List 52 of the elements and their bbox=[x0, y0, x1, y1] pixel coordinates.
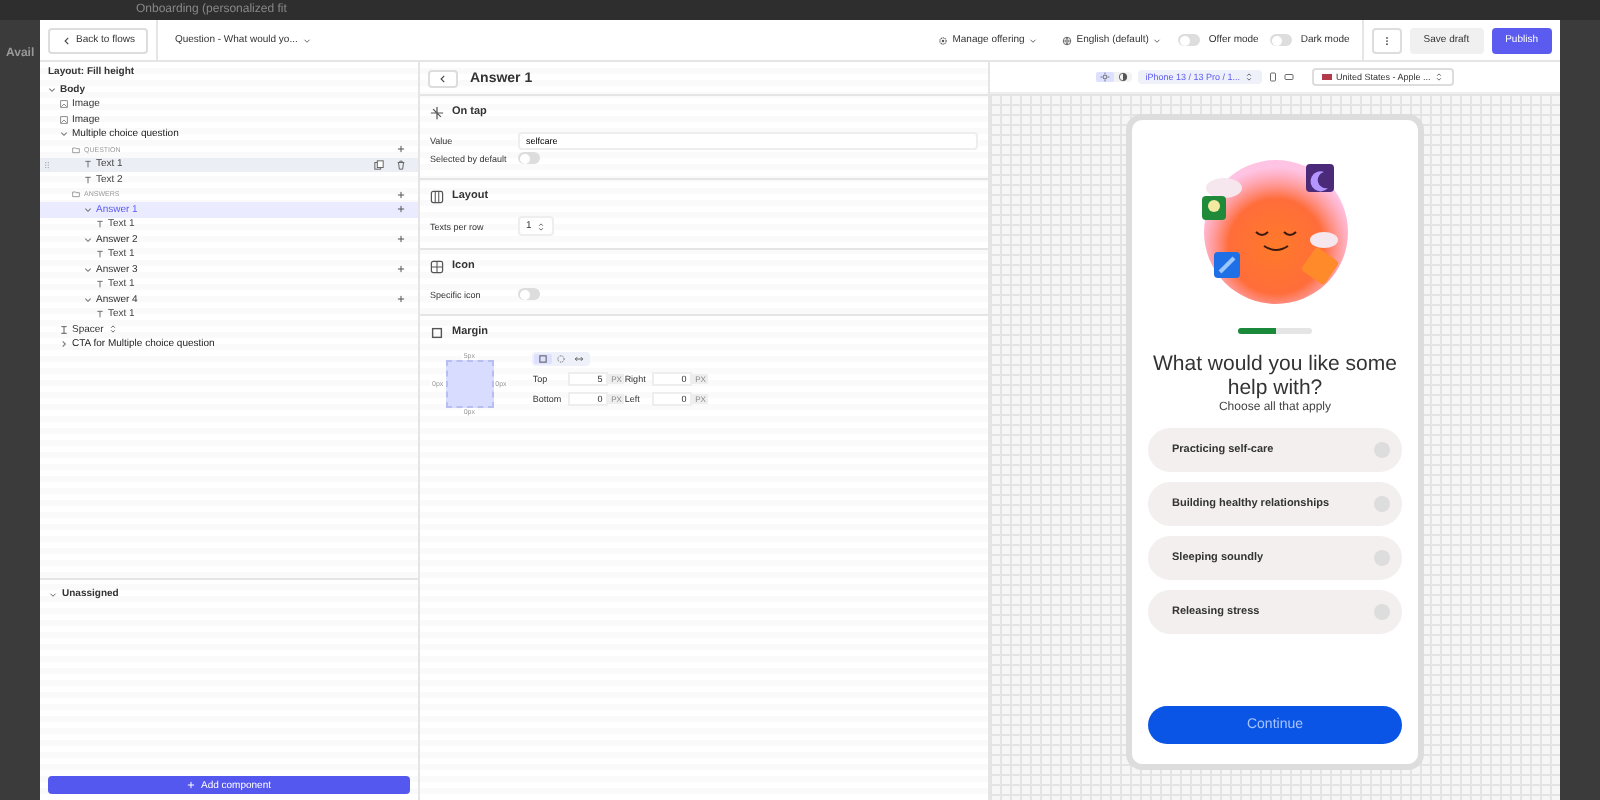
image-icon bbox=[60, 100, 68, 109]
default-toggle[interactable] bbox=[518, 152, 540, 164]
folder-icon bbox=[72, 145, 80, 154]
mode-toggle[interactable] bbox=[1178, 34, 1201, 46]
sun-icon[interactable] bbox=[1099, 72, 1110, 82]
margin-preview bbox=[445, 360, 494, 408]
gear-icon bbox=[938, 35, 949, 45]
text-icon bbox=[96, 310, 104, 319]
trash-icon[interactable] bbox=[396, 159, 406, 170]
add-icon[interactable] bbox=[396, 189, 406, 200]
resize-icon[interactable] bbox=[107, 324, 118, 335]
dashed-circle-icon[interactable] bbox=[556, 354, 567, 364]
chevron-down-icon bbox=[48, 589, 58, 599]
spacer-icon bbox=[60, 325, 68, 334]
add-icon[interactable] bbox=[396, 264, 406, 275]
back-button[interactable] bbox=[428, 69, 458, 87]
text-icon bbox=[96, 280, 104, 289]
square-icon[interactable] bbox=[538, 354, 549, 364]
stepper-icon bbox=[535, 221, 546, 231]
columns-icon bbox=[430, 189, 444, 203]
add-icon[interactable] bbox=[396, 294, 406, 305]
add-icon[interactable] bbox=[396, 234, 406, 245]
text-icon bbox=[96, 220, 104, 229]
mode-toggle[interactable] bbox=[1270, 34, 1293, 46]
text-icon bbox=[84, 160, 92, 169]
square-icon bbox=[430, 325, 444, 339]
chevron-down-icon bbox=[1152, 35, 1163, 45]
updown-icon bbox=[1434, 72, 1445, 82]
add-icon[interactable] bbox=[396, 144, 406, 155]
chevron-left-icon bbox=[438, 73, 448, 83]
text-icon bbox=[96, 250, 104, 259]
chevron-down-icon bbox=[301, 35, 312, 45]
plus-icon bbox=[186, 780, 197, 790]
icon-toggle[interactable] bbox=[518, 288, 540, 300]
landscape-icon[interactable] bbox=[1284, 72, 1294, 82]
sparkle-icon bbox=[430, 105, 444, 119]
image-icon bbox=[60, 115, 68, 124]
copy-icon[interactable] bbox=[374, 159, 384, 170]
text-icon bbox=[84, 175, 92, 184]
globe-icon bbox=[1062, 35, 1073, 45]
add-icon[interactable] bbox=[396, 204, 406, 215]
folder-icon bbox=[72, 190, 80, 199]
flag-icon bbox=[1322, 74, 1332, 80]
updown-icon bbox=[1244, 72, 1254, 82]
arrows-icon[interactable] bbox=[574, 354, 585, 364]
chevron-icon[interactable] bbox=[60, 340, 68, 349]
question-title: What would you like some help with? bbox=[1151, 351, 1399, 399]
chevron-left-icon bbox=[62, 35, 72, 45]
grid-icon bbox=[430, 259, 444, 273]
portrait-icon[interactable] bbox=[1268, 72, 1278, 82]
half-circle-icon[interactable] bbox=[1117, 72, 1128, 82]
chevron-down-icon bbox=[1028, 35, 1039, 45]
